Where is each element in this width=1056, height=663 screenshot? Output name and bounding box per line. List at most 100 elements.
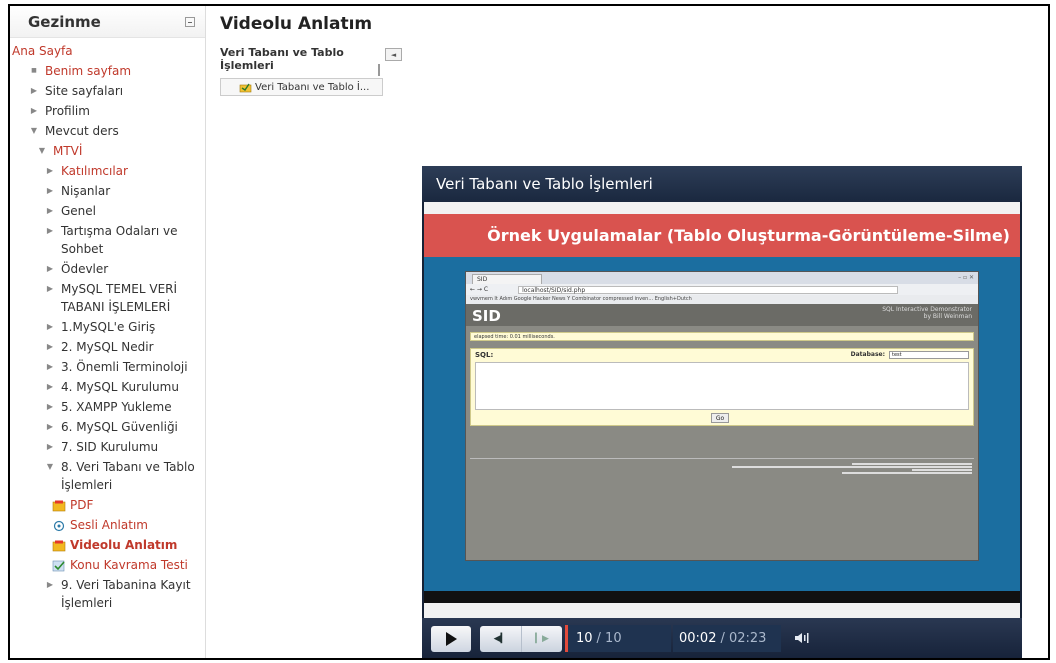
sid-subtitle-line-2: by Bill Weinman — [923, 313, 972, 320]
database-label: Database: — [850, 351, 885, 358]
expand-arrow-icon: ▶ — [30, 86, 38, 95]
sidebar-item[interactable]: ■ Benim sayfam — [10, 62, 205, 80]
sidebar-item[interactable]: ▶ Katılımcılar — [10, 162, 205, 180]
database-select: test — [889, 351, 969, 359]
sidebar-item[interactable]: ▶ 5. XAMPP Yukleme — [10, 398, 205, 416]
sid-header: SID SQL Interactive Demonstrator by Bill… — [466, 304, 978, 326]
resource-link[interactable]: Veri Tabanı ve Tablo İ... — [220, 78, 383, 96]
window-buttons-icon: – ▫ ✕ — [958, 274, 974, 281]
sidebar-item[interactable]: ▶ 4. MySQL Kurulumu — [10, 378, 205, 396]
expand-arrow-icon: ▶ — [46, 166, 54, 175]
next-icon: ▎▶ — [535, 634, 549, 644]
expand-arrow-icon: ▶ — [30, 106, 38, 115]
sidebar-item-label: Nişanlar — [61, 184, 111, 198]
slide-heading: Örnek Uygulamalar (Tablo Oluşturma-Görün… — [424, 214, 1020, 257]
expand-arrow-icon: ▶ — [46, 264, 54, 273]
sidebar-item[interactable]: ▶ 9. Veri Tabanina Kayıt İşlemleri — [10, 576, 205, 612]
sql-panel: SQL: Database: test Go — [470, 348, 974, 426]
sidebar-item[interactable]: ▶ 2. MySQL Nedir — [10, 338, 205, 356]
sidebar-item[interactable]: ▶ Ödevler — [10, 260, 205, 278]
previous-slide-button[interactable]: ◀▎ — [480, 626, 521, 652]
volume-icon[interactable] — [794, 631, 810, 645]
screenshot-frame: Gezinme Ana Sayfa ■ Benim sayfam ▶ Site sayf… — [8, 4, 1050, 660]
page-title: Videolu Anlatım — [220, 14, 373, 34]
slide-total: / 10 — [596, 631, 622, 646]
video-player: Veri Tabanı ve Tablo İşlemleri Örnek Uyg… — [422, 166, 1022, 658]
expand-arrow-icon: ▶ — [46, 284, 54, 293]
expand-arrow-icon: ▶ — [46, 226, 54, 235]
audio-icon — [52, 519, 66, 532]
sidebar-item[interactable]: ▶ 1.MySQL'e Giriş — [10, 318, 205, 336]
navigation-tree: Ana Sayfa ■ Benim sayfam ▶ Site sayfaları ▶ Pr… — [10, 38, 205, 612]
expand-arrow-icon: ▶ — [46, 402, 54, 411]
sid-subtitle: SQL Interactive Demonstrator by Bill Wei… — [882, 306, 972, 320]
expand-arrow-icon: ▶ — [46, 186, 54, 195]
expand-arrow-icon: ▶ — [46, 442, 54, 451]
sidebar-item-label: 7. SID Kurulumu — [61, 440, 159, 454]
browser-tab: SID — [472, 274, 542, 284]
sidebar-item-label: 8. Veri Tabanı ve Tablo İşlemleri — [61, 460, 195, 492]
slide-nav-buttons: ◀▎ ▎▶ — [480, 626, 562, 652]
next-slide-button[interactable]: ▎▶ — [521, 626, 562, 652]
play-icon — [445, 632, 457, 646]
sidebar-item[interactable]: ▶ Nişanlar — [10, 182, 205, 200]
collapse-block-icon[interactable] — [185, 16, 195, 27]
sid-subtitle-line-1: SQL Interactive Demonstrator — [882, 306, 972, 313]
sidebar-item-label: 5. XAMPP Yukleme — [61, 400, 172, 414]
sidebar-item[interactable]: ▶ Site sayfaları — [10, 82, 205, 100]
sidebar-item[interactable]: ▶ 7. SID Kurulumu — [10, 438, 205, 456]
bookmarks-bar: vwvmem It Adım Google Hacker News Y Comb… — [466, 295, 978, 304]
sidebar-item-label: Katılımcılar — [61, 164, 128, 178]
sidebar-item-label: PDF — [70, 498, 94, 512]
sidebar-item[interactable]: ▶ Tartışma Odaları ve Sohbet — [10, 222, 205, 258]
sidebar-item-label: 4. MySQL Kurulumu — [61, 380, 179, 394]
elapsed-time-bar: elapsed time: 0.01 milliseconds. — [470, 332, 974, 341]
sid-footer-text — [732, 462, 972, 475]
sidebar-item[interactable]: ▶ Genel — [10, 202, 205, 220]
scrollbar[interactable] — [378, 64, 380, 76]
collapse-arrow-icon: ▼ — [46, 462, 54, 471]
navigation-title: Gezinme — [28, 12, 101, 31]
sidebar-item-label: Sesli Anlatım — [70, 518, 148, 532]
time-current: 00:02 — [679, 631, 717, 646]
sql-label: SQL: — [475, 351, 494, 359]
sidebar-item-label: Genel — [61, 204, 97, 218]
sidebar-item[interactable]: PDF — [10, 496, 205, 514]
sidebar-item[interactable]: ▼ Mevcut ders — [10, 122, 205, 140]
sidebar-item-label: Ana Sayfa — [12, 44, 73, 58]
sidebar-item-label: Konu Kavrama Testi — [70, 558, 188, 572]
sidebar-item-label: 6. MySQL Güvenliği — [61, 420, 178, 434]
sidebar-item[interactable]: ▼ MTVİ — [10, 142, 205, 160]
expand-arrow-icon: ▶ — [46, 206, 54, 215]
sidebar-item-label: MySQL TEMEL VERİ TABANI İŞLEMLERİ — [61, 282, 178, 314]
browser-tabs: SID – ▫ ✕ — [466, 272, 978, 284]
pdf-icon — [52, 499, 66, 512]
sidebar-item[interactable]: ▶ 3. Önemli Terminoloji — [10, 358, 205, 376]
hide-block-button[interactable]: ◄ — [385, 48, 402, 61]
nav-arrows-icon: ← → C — [470, 286, 489, 293]
slide-body: SID – ▫ ✕ ← → C localhost/SID/sid.php vw… — [424, 257, 1020, 591]
sidebar-item[interactable]: Konu Kavrama Testi — [10, 556, 205, 574]
sidebar-item-label: 9. Veri Tabanina Kayıt İşlemleri — [61, 578, 191, 610]
sidebar-item-label: Benim sayfam — [45, 64, 132, 78]
bullet-icon: ■ — [31, 67, 37, 74]
play-button[interactable] — [431, 626, 471, 652]
sidebar-item[interactable]: ▶ MySQL TEMEL VERİ TABANI İŞLEMLERİ — [10, 280, 205, 316]
expand-arrow-icon: ▶ — [46, 362, 54, 371]
slide-counter: 10 / 10 — [565, 625, 671, 652]
sidebar-item-label: Profilim — [45, 104, 90, 118]
sidebar-item[interactable]: Videolu Anlatım — [10, 536, 205, 554]
sidebar-item-label: Ödevler — [61, 262, 109, 276]
sidebar-item[interactable]: ▶ 6. MySQL Güvenliği — [10, 418, 205, 436]
sidebar-item[interactable]: ▼ 8. Veri Tabanı ve Tablo İşlemleri — [10, 458, 205, 494]
main-content: Videolu Anlatım Veri Tabanı ve Tablo İşl… — [207, 6, 1048, 658]
collapse-arrow-icon: ▼ — [38, 146, 46, 155]
slide-footer — [424, 591, 1020, 603]
sidebar-item-label: 1.MySQL'e Giriş — [61, 320, 156, 334]
resource-block-title: Veri Tabanı ve Tablo İşlemleri — [220, 46, 344, 72]
sidebar-item[interactable]: Sesli Anlatım — [10, 516, 205, 534]
player-title: Veri Tabanı ve Tablo İşlemleri — [422, 166, 1022, 202]
sidebar-item[interactable]: Ana Sayfa — [10, 42, 205, 60]
sidebar-item[interactable]: ▶ Profilim — [10, 102, 205, 120]
sidebar-item-label: 3. Önemli Terminoloji — [61, 360, 188, 374]
